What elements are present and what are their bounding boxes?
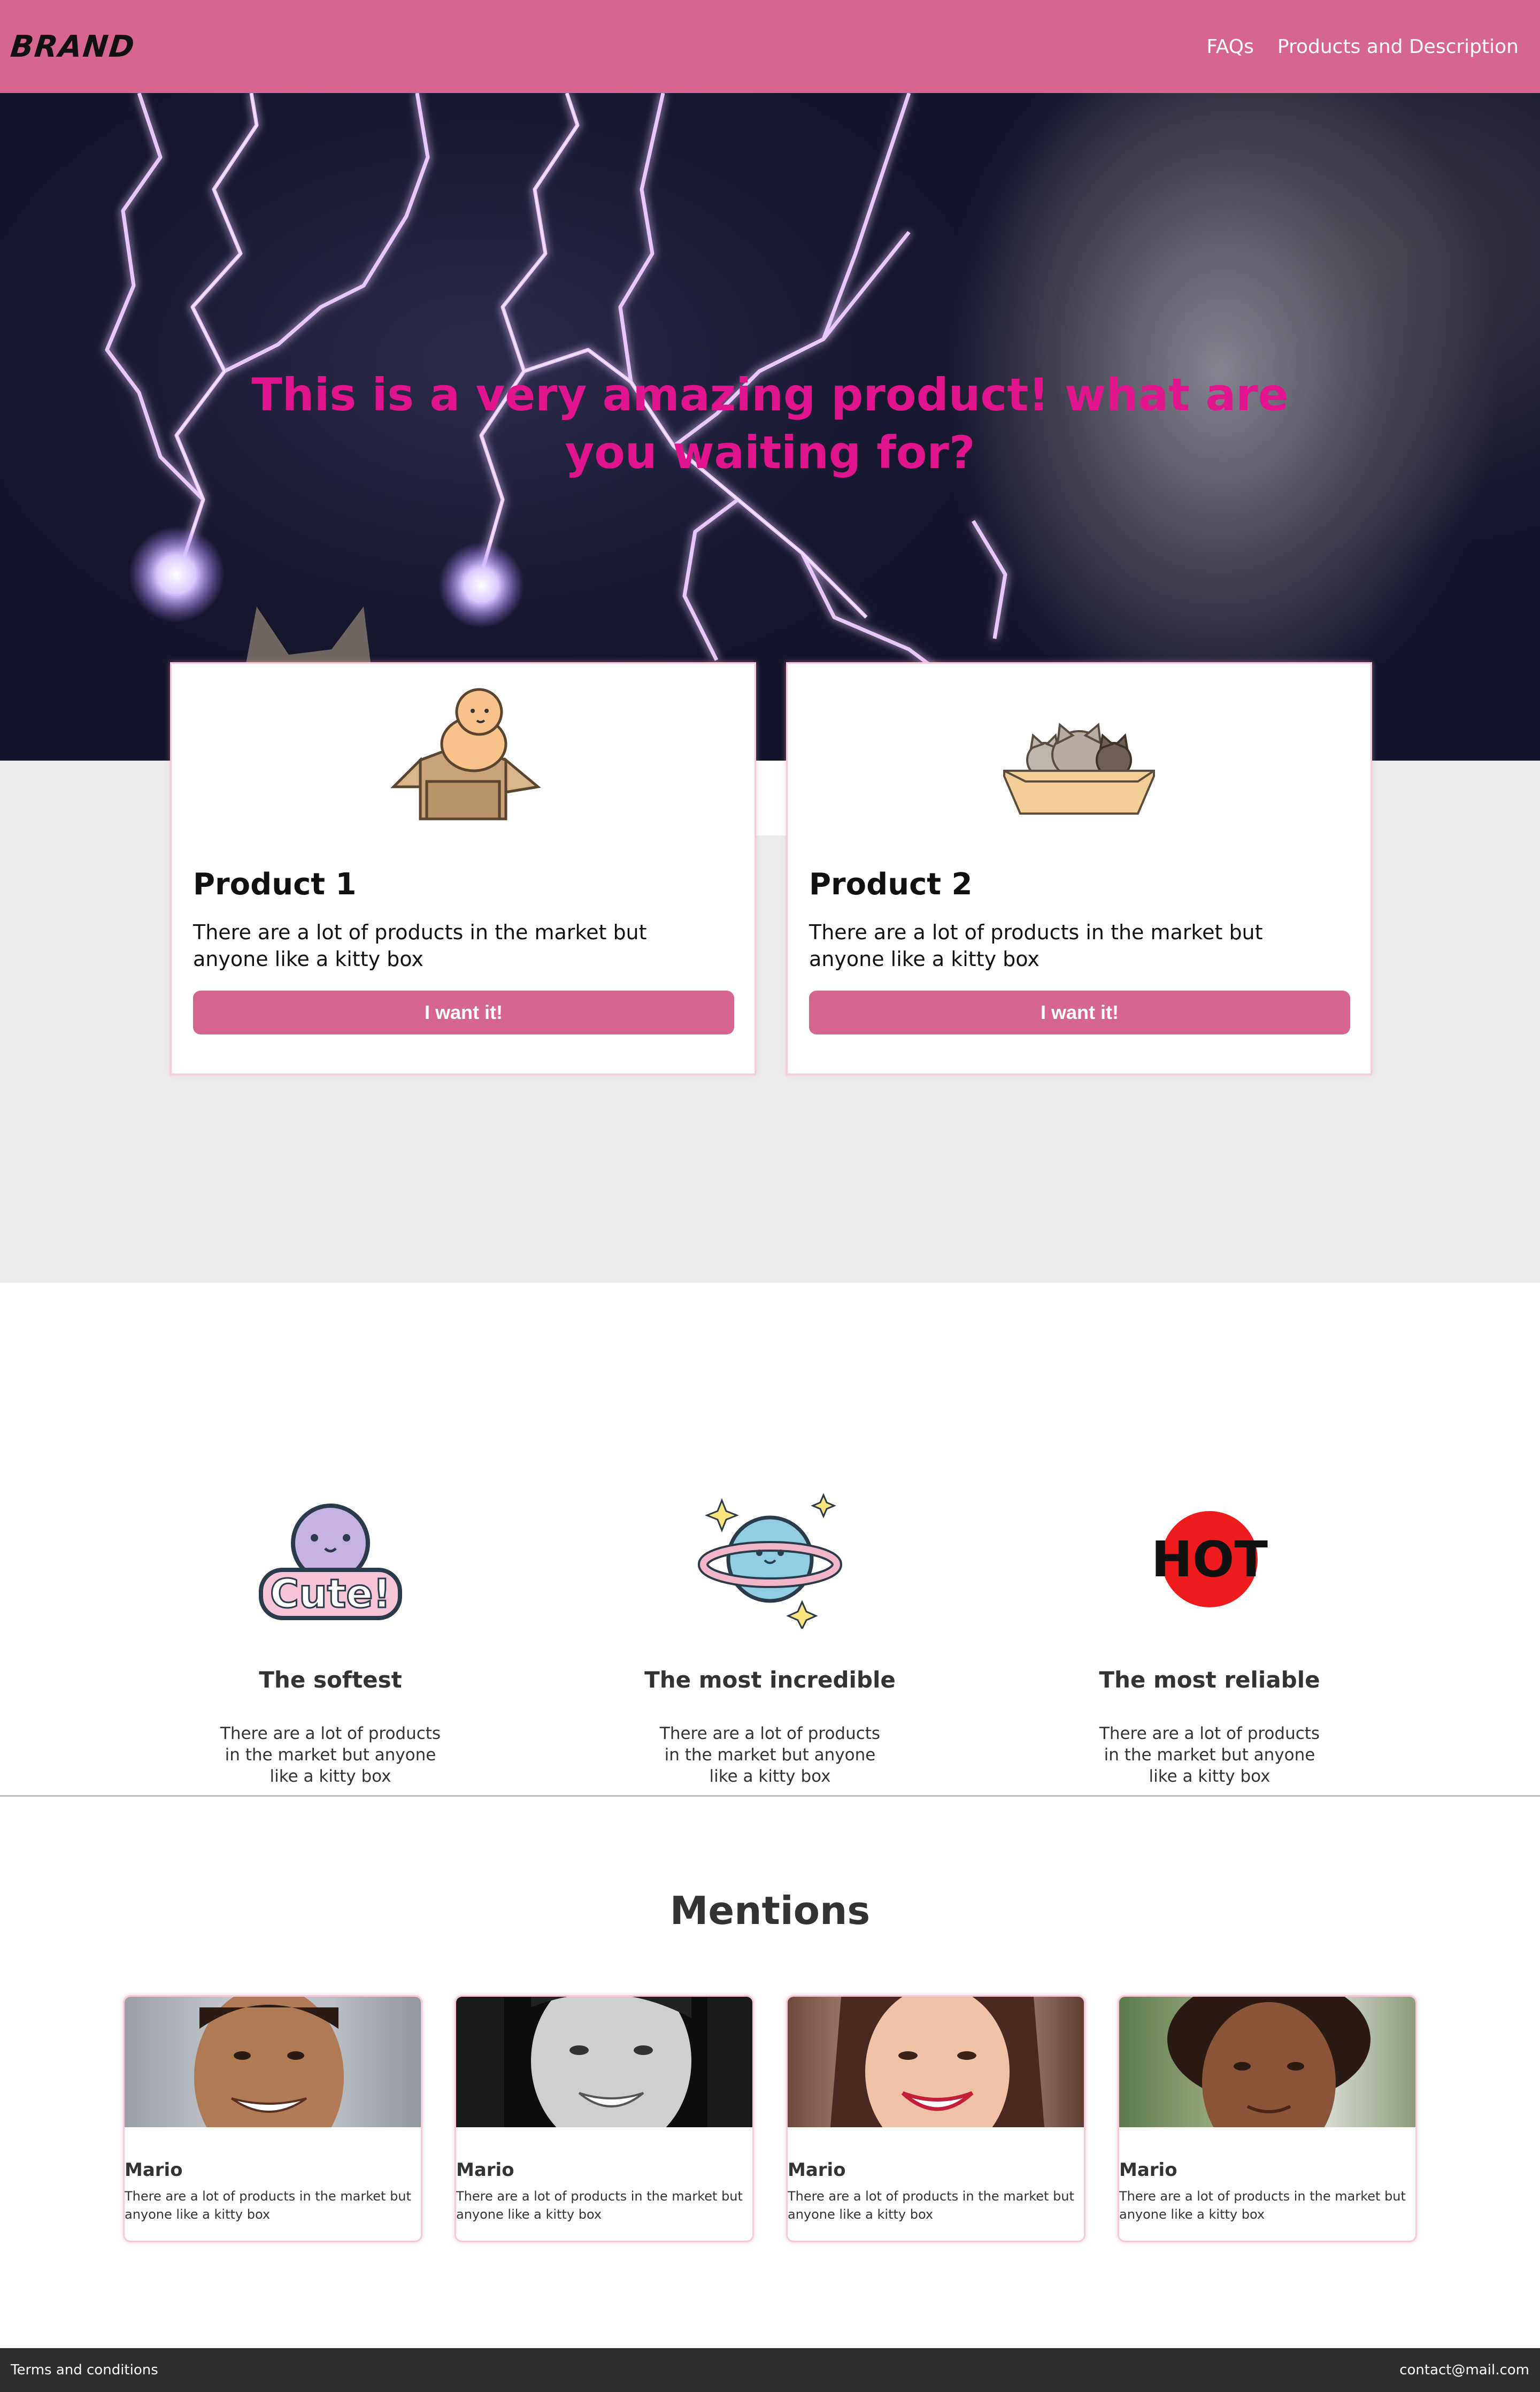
product-title: Product 1 — [193, 867, 357, 902]
mention-text: There are a lot of products in the marke… — [1119, 2189, 1406, 2222]
hot-sticker-icon: HOT — [1071, 1487, 1349, 1631]
want-it-button[interactable]: I want it! — [193, 991, 734, 1034]
product-description: There are a lot of products in the marke… — [193, 921, 647, 971]
product-title: Product 2 — [809, 867, 973, 902]
mention-name: Mario — [456, 2159, 514, 2181]
brand-logo[interactable]: BRAND — [9, 29, 137, 64]
terms-link[interactable]: Terms and conditions — [11, 2362, 158, 2378]
svg-text:HOT: HOT — [1151, 1531, 1268, 1588]
product-card-2: Product 2 There are a lot of products in… — [786, 662, 1372, 1075]
svg-text:Cute!: Cute! — [270, 1571, 391, 1617]
feature-reliable: HOT The most reliable There are a lot of… — [1071, 1487, 1349, 1787]
hero-title: This is a very amazing product! what are… — [251, 369, 1289, 479]
nav-link-products[interactable]: Products and Description — [1277, 36, 1519, 58]
product-card-1: Product 1 There are a lot of products in… — [170, 662, 756, 1075]
mention-name: Mario — [1119, 2159, 1177, 2181]
planet-icon — [631, 1487, 909, 1631]
product-description: There are a lot of products in the marke… — [809, 921, 1263, 971]
baby-in-box-illustration — [193, 664, 733, 856]
hero-banner: This is a very amazing product! what are… — [0, 93, 1540, 761]
mention-card: Mario There are a lot of products in the… — [1118, 1995, 1417, 2242]
feature-incredible: The most incredible There are a lot of p… — [631, 1487, 909, 1787]
mention-text: There are a lot of products in the marke… — [788, 2189, 1074, 2222]
want-it-button[interactable]: I want it! — [809, 991, 1350, 1034]
avatar — [125, 1997, 421, 2127]
avatar — [788, 1997, 1084, 2127]
navbar: BRAND FAQs Products and Description — [0, 0, 1540, 93]
mention-name: Mario — [788, 2159, 846, 2181]
mentions-title: Mentions — [669, 1888, 871, 1933]
section-divider — [0, 1795, 1540, 1797]
feature-description: There are a lot of products in the marke… — [220, 1724, 441, 1786]
feature-softest: Cute! The softest There are a lot of pro… — [191, 1487, 469, 1787]
nav-link-faqs[interactable]: FAQs — [1206, 36, 1254, 58]
cute-sticker-icon: Cute! — [191, 1487, 469, 1631]
mention-text: There are a lot of products in the marke… — [456, 2189, 743, 2222]
mention-card: Mario There are a lot of products in the… — [455, 1995, 754, 2242]
cats-in-box-illustration — [809, 664, 1349, 856]
mention-name: Mario — [125, 2159, 183, 2181]
footer: Terms and conditions contact@mail.com — [0, 2348, 1540, 2392]
feature-title: The most incredible — [644, 1667, 896, 1693]
mention-card: Mario There are a lot of products in the… — [123, 1995, 422, 2242]
mention-text: There are a lot of products in the marke… — [125, 2189, 411, 2222]
avatar — [456, 1997, 752, 2127]
avatar — [1119, 1997, 1415, 2127]
feature-title: The most reliable — [1099, 1667, 1320, 1693]
feature-title: The softest — [259, 1667, 402, 1693]
mention-card: Mario There are a lot of products in the… — [786, 1995, 1085, 2242]
nav-links: FAQs Products and Description — [1206, 36, 1519, 58]
feature-description: There are a lot of products in the marke… — [1099, 1724, 1320, 1786]
feature-description: There are a lot of products in the marke… — [659, 1724, 881, 1786]
contact-email-link[interactable]: contact@mail.com — [1399, 2362, 1529, 2378]
